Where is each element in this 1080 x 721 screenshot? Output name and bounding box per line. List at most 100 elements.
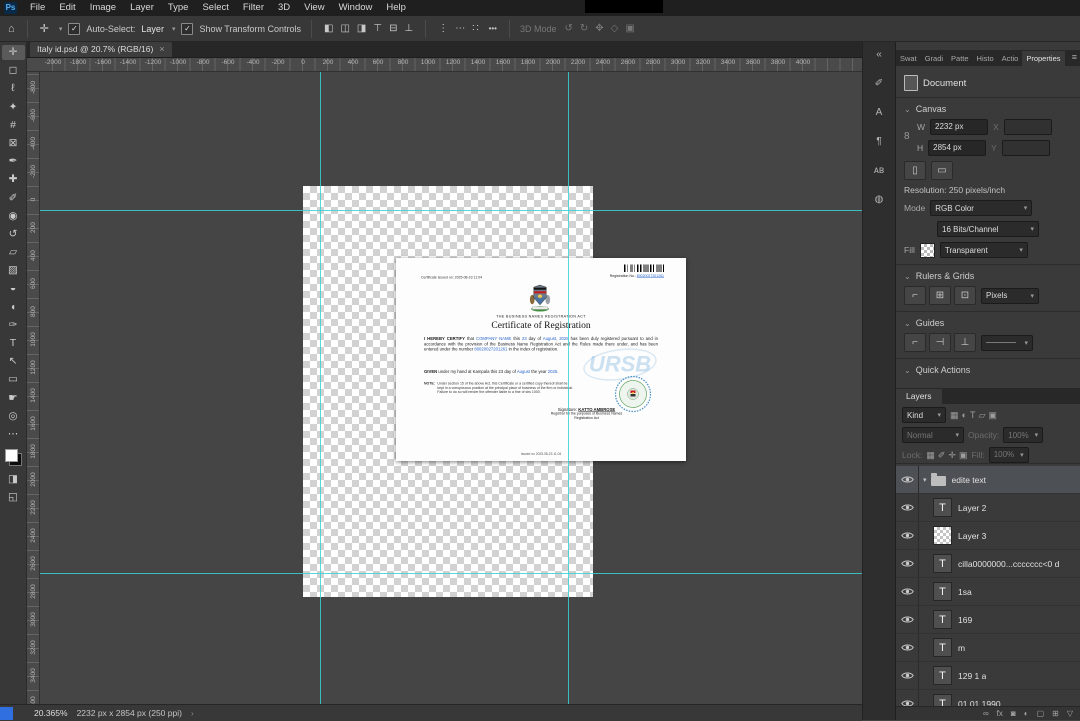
menu-filter[interactable]: Filter <box>236 0 271 16</box>
collapse-panels-icon[interactable]: « <box>874 47 884 63</box>
guide-horizontal-bottom[interactable] <box>40 573 862 574</box>
filter-shape-layers-icon[interactable]: ▱ <box>978 408 985 422</box>
status-chevron-icon[interactable]: › <box>191 709 194 718</box>
more-options-icon[interactable]: ••• <box>487 21 499 37</box>
menu-view[interactable]: View <box>297 0 331 16</box>
layer-name[interactable]: 129 1 a <box>958 671 986 681</box>
crop-tool[interactable]: # <box>2 118 25 133</box>
distribute-spacing-icon[interactable]: ∷ <box>470 21 480 37</box>
document-tab[interactable]: Italy id.psd @ 20.7% (RGB/16) × <box>30 42 172 57</box>
layer-mask-icon[interactable]: ◙ <box>1011 707 1016 721</box>
frame-tool[interactable]: ⊠ <box>2 136 25 151</box>
quick-actions-section-header[interactable]: ⌄ Quick Actions <box>904 365 1073 375</box>
align-bottom-icon[interactable]: ⊥ <box>402 21 415 37</box>
layer-row[interactable]: T129 1 a <box>896 662 1080 690</box>
layer-visibility-toggle[interactable] <box>896 522 919 549</box>
libraries-panel-icon[interactable]: ◍ <box>873 192 886 208</box>
height-field[interactable]: 2854 px <box>928 140 986 156</box>
fill-swatch[interactable] <box>920 243 935 258</box>
lock-guides-icon[interactable]: ⊥ <box>954 333 976 352</box>
close-icon[interactable]: × <box>159 42 164 57</box>
toolbar-more[interactable]: ⋯ <box>2 427 25 442</box>
text-layer-thumbnail[interactable]: T <box>933 694 952 706</box>
tab-patte[interactable]: Patte <box>947 51 973 66</box>
layer-effects-icon[interactable]: fx <box>997 707 1003 721</box>
snap-grid-icon[interactable]: ⊡ <box>954 286 976 305</box>
menu-file[interactable]: File <box>23 0 52 16</box>
quick-mask-icon[interactable]: ◨ <box>2 472 25 487</box>
zoom-level-field[interactable]: 20.365% <box>34 708 68 718</box>
layer-visibility-toggle[interactable] <box>896 578 919 605</box>
brush-settings-icon[interactable]: ✐ <box>873 76 885 92</box>
layer-thumbnail[interactable] <box>933 526 952 545</box>
character-panel-icon[interactable]: A <box>874 105 885 121</box>
history-brush-tool[interactable]: ↺ <box>2 227 25 242</box>
dodge-tool[interactable]: ◖ <box>2 300 25 315</box>
lock-pixels-icon[interactable]: ✐ <box>938 448 946 462</box>
quick-selection-tool[interactable]: ✦ <box>2 100 25 115</box>
guide-vertical-right[interactable] <box>568 72 569 704</box>
layer-name[interactable]: 1sa <box>958 587 972 597</box>
guide-vertical-left[interactable] <box>320 72 321 704</box>
ruler-units-dropdown[interactable]: Pixels <box>981 288 1039 304</box>
menu-help[interactable]: Help <box>379 0 413 16</box>
paragraph-panel-icon[interactable]: ¶ <box>874 134 883 150</box>
layer-visibility-toggle[interactable] <box>896 494 919 521</box>
align-center-vertical-icon[interactable]: ⊟ <box>387 21 399 37</box>
layer-name[interactable]: Layer 2 <box>958 503 986 513</box>
new-group-icon[interactable]: ▢ <box>1037 707 1045 721</box>
text-layer-thumbnail[interactable]: T <box>933 554 952 573</box>
healing-brush-tool[interactable]: ✚ <box>2 172 25 187</box>
canvas-fill-dropdown[interactable]: Transparent <box>940 242 1028 258</box>
layer-fill-dropdown[interactable]: 100% <box>989 447 1029 463</box>
menu-window[interactable]: Window <box>332 0 380 16</box>
opacity-dropdown[interactable]: 100% <box>1003 427 1043 443</box>
layer-row[interactable]: Layer 3 <box>896 522 1080 550</box>
layer-visibility-toggle[interactable] <box>896 662 919 689</box>
move-tool[interactable]: ✛ <box>2 45 25 60</box>
menu-type[interactable]: Type <box>161 0 196 16</box>
link-layers-icon[interactable]: ∞ <box>983 707 989 721</box>
grid-icon[interactable]: ⊞ <box>929 286 951 305</box>
delete-layer-icon[interactable]: ▽ <box>1067 707 1073 721</box>
lasso-tool[interactable]: ℓ <box>2 81 25 96</box>
path-selection-tool[interactable]: ↖ <box>2 354 25 369</box>
layer-row[interactable]: T1sa <box>896 578 1080 606</box>
canvas-section-header[interactable]: ⌄ Canvas <box>904 104 1073 114</box>
eyedropper-tool[interactable]: ✒ <box>2 154 25 169</box>
ruler-vertical[interactable]: -800-600-400-200020040060080010001200140… <box>27 72 40 704</box>
marquee-tool[interactable]: ◻ <box>2 63 25 78</box>
width-field[interactable]: 2232 px <box>930 119 988 135</box>
screen-mode-icon[interactable]: ◱ <box>2 490 25 505</box>
chevron-down-icon[interactable]: ▾ <box>59 25 63 33</box>
guides-section-header[interactable]: ⌄ Guides <box>904 318 1073 328</box>
guide-layout-icon[interactable]: ⊣ <box>929 333 951 352</box>
layer-name[interactable]: Layer 3 <box>958 531 986 541</box>
bit-depth-dropdown[interactable]: 16 Bits/Channel <box>937 221 1039 237</box>
lock-transparency-icon[interactable]: ▦ <box>926 448 935 462</box>
group-expand-icon[interactable]: ▾ <box>923 476 927 484</box>
color-swatches[interactable] <box>5 449 22 466</box>
shape-tool[interactable]: ▭ <box>2 372 25 387</box>
ruler-icon[interactable]: ⌐ <box>904 286 926 305</box>
layer-name[interactable]: 169 <box>958 615 972 625</box>
blend-mode-dropdown[interactable]: Normal <box>902 427 964 443</box>
rulers-grids-section-header[interactable]: ⌄ Rulers & Grids <box>904 271 1073 281</box>
auto-select-checkbox[interactable] <box>68 23 80 35</box>
layer-visibility-toggle[interactable] <box>896 690 919 706</box>
lock-position-icon[interactable]: ✛ <box>948 448 956 462</box>
layer-visibility-toggle[interactable] <box>896 634 919 661</box>
layer-visibility-toggle[interactable] <box>896 466 919 493</box>
menu-layer[interactable]: Layer <box>123 0 161 16</box>
tab-layers[interactable]: Layers <box>896 389 942 404</box>
align-left-icon[interactable]: ◧ <box>322 21 335 37</box>
color-mode-dropdown[interactable]: RGB Color <box>930 200 1032 216</box>
guide-horizontal-top[interactable] <box>40 210 862 211</box>
menu-image[interactable]: Image <box>83 0 123 16</box>
align-top-icon[interactable]: ⊤ <box>371 21 384 37</box>
orientation-portrait-icon[interactable]: ▯ <box>904 161 926 180</box>
link-dimensions-icon[interactable]: 8 <box>904 131 910 142</box>
layer-row[interactable]: T01.01.1990 <box>896 690 1080 706</box>
y-field[interactable] <box>1002 140 1050 156</box>
clone-stamp-tool[interactable]: ◉ <box>2 209 25 224</box>
